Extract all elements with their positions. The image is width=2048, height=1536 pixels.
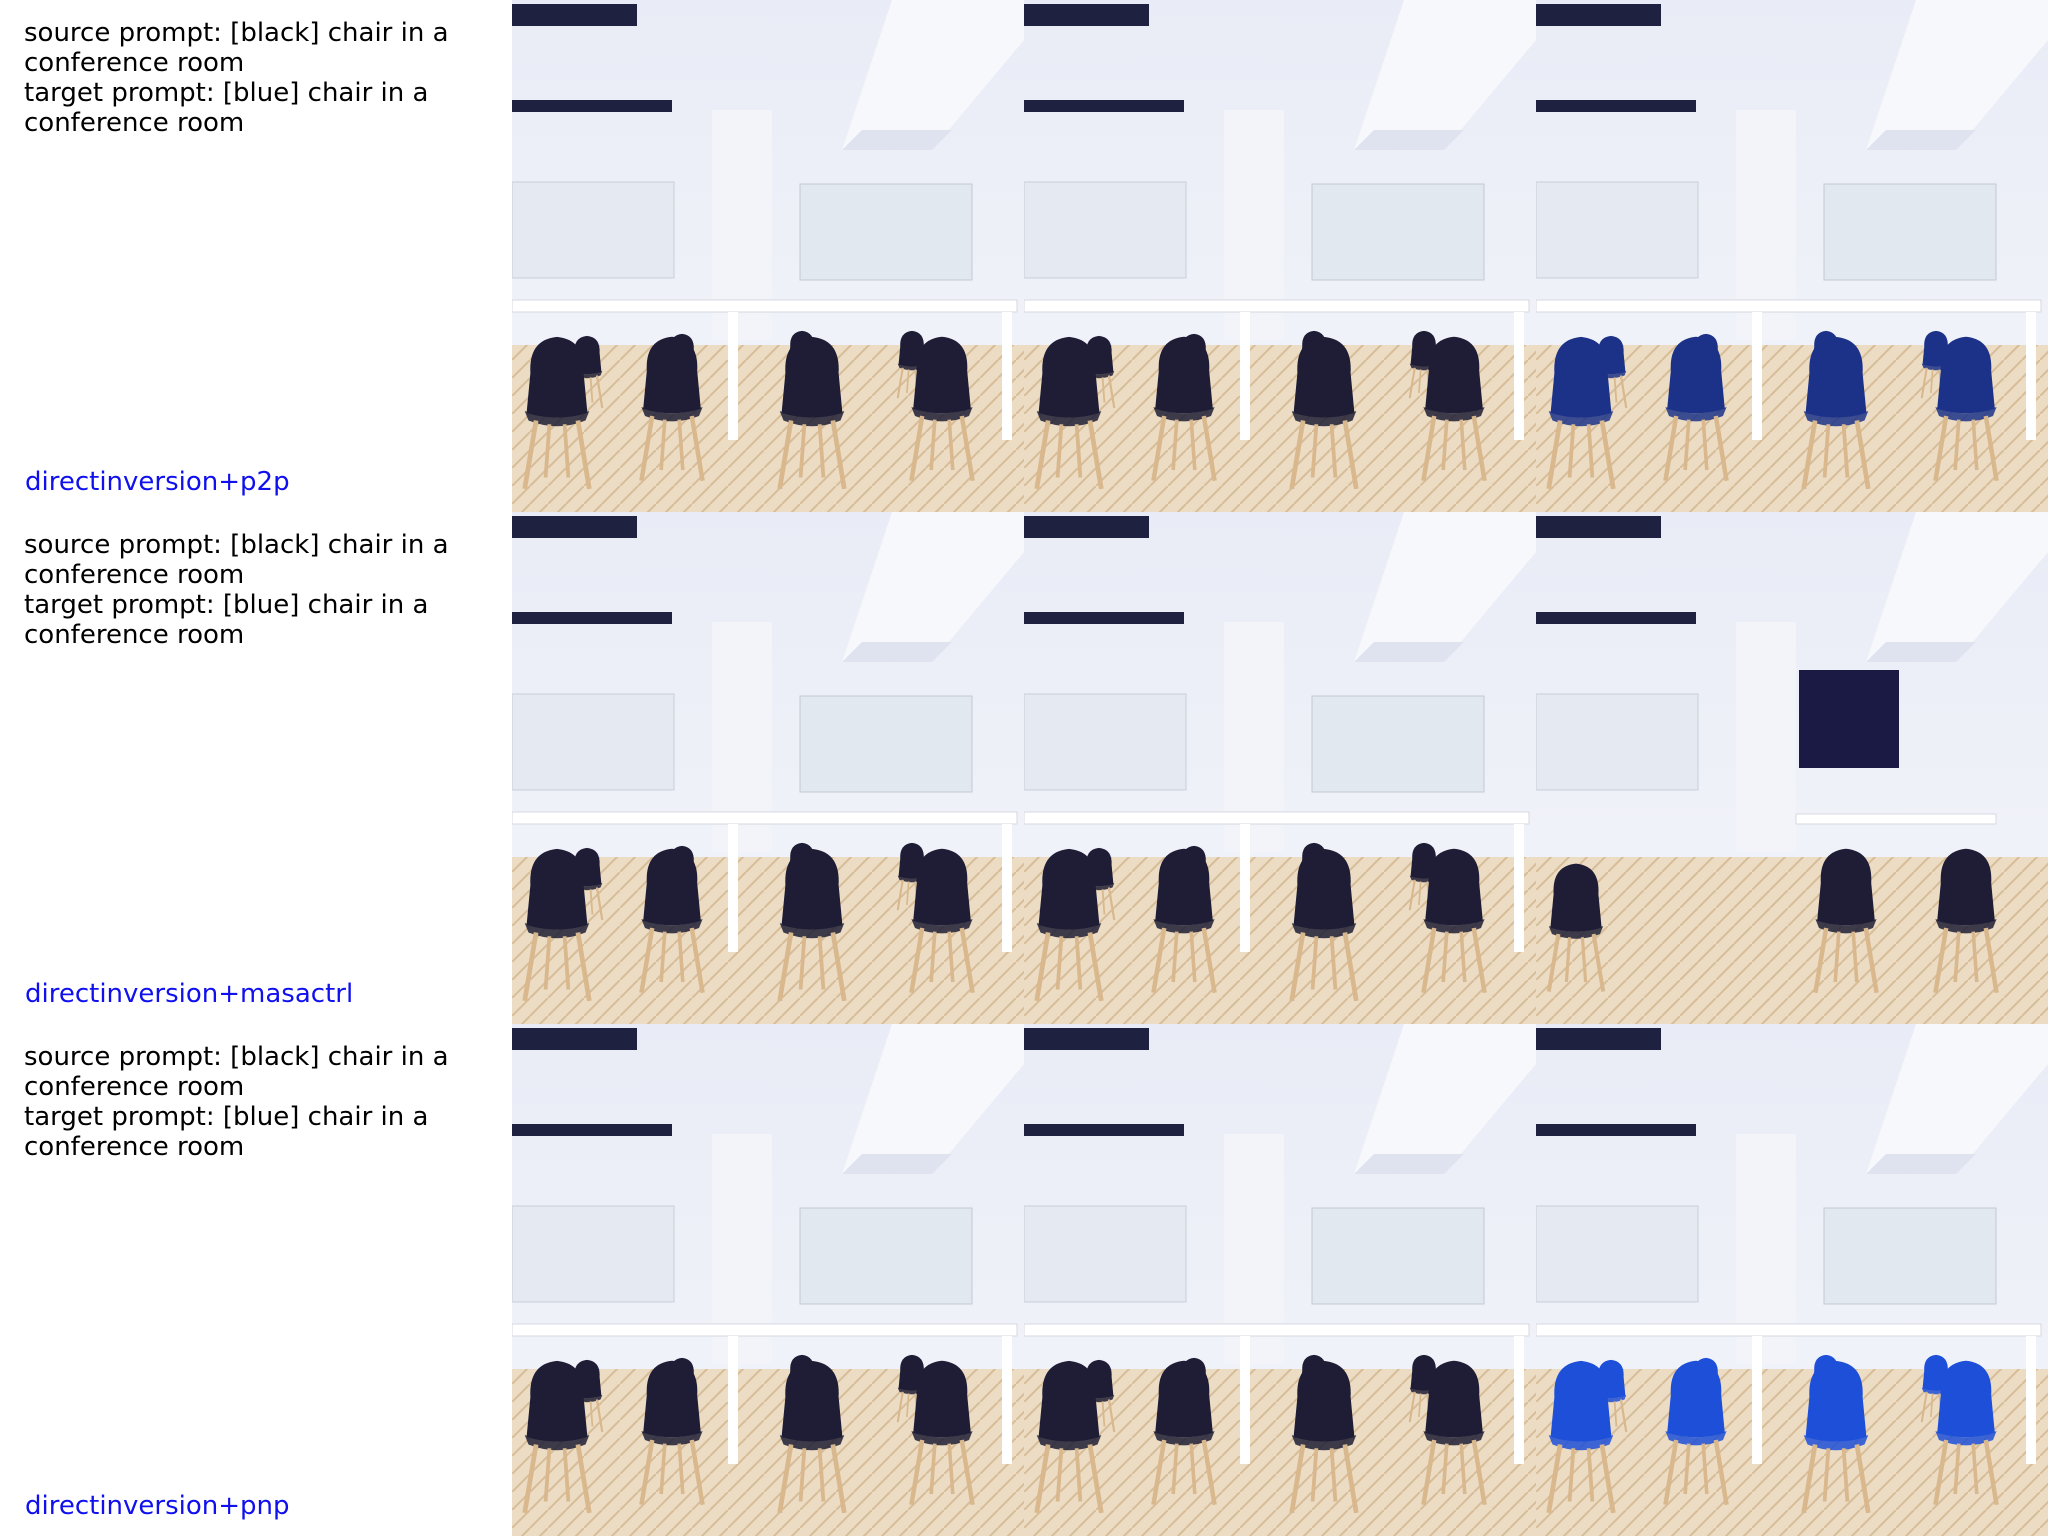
reconstructed-image: [1024, 1024, 1536, 1536]
comparison-row: source prompt: [black] chair in a confer…: [0, 512, 2048, 1024]
source-prompt: source prompt: [black] chair in a confer…: [24, 18, 449, 78]
prompt-panel: source prompt: [black] chair in a confer…: [0, 0, 512, 512]
edited-image: [1536, 1024, 2048, 1536]
comparison-row: source prompt: [black] chair in a confer…: [0, 0, 2048, 512]
edited-image: [1536, 0, 2048, 512]
prompt-panel: source prompt: [black] chair in a confer…: [0, 512, 512, 1024]
edited-image: [1536, 512, 2048, 1024]
method-label: directinversion+p2p: [25, 467, 290, 497]
target-prompt: target prompt: [blue] chair in a confere…: [24, 590, 429, 650]
source-prompt: source prompt: [black] chair in a confer…: [24, 1042, 449, 1102]
source-image: [512, 512, 1024, 1024]
prompt-text: source prompt: [black] chair in a confer…: [24, 18, 464, 138]
source-prompt: source prompt: [black] chair in a confer…: [24, 530, 449, 590]
prompt-panel: source prompt: [black] chair in a confer…: [0, 1024, 512, 1536]
reconstructed-image: [1024, 0, 1536, 512]
reconstructed-image: [1024, 512, 1536, 1024]
source-image: [512, 1024, 1024, 1536]
method-label: directinversion+pnp: [25, 1491, 290, 1521]
prompt-text: source prompt: [black] chair in a confer…: [24, 1042, 464, 1162]
method-label: directinversion+masactrl: [25, 979, 354, 1009]
target-prompt: target prompt: [blue] chair in a confere…: [24, 1102, 429, 1162]
target-prompt: target prompt: [blue] chair in a confere…: [24, 78, 429, 138]
source-image: [512, 0, 1024, 512]
prompt-text: source prompt: [black] chair in a confer…: [24, 530, 464, 650]
comparison-row: source prompt: [black] chair in a confer…: [0, 1024, 2048, 1536]
